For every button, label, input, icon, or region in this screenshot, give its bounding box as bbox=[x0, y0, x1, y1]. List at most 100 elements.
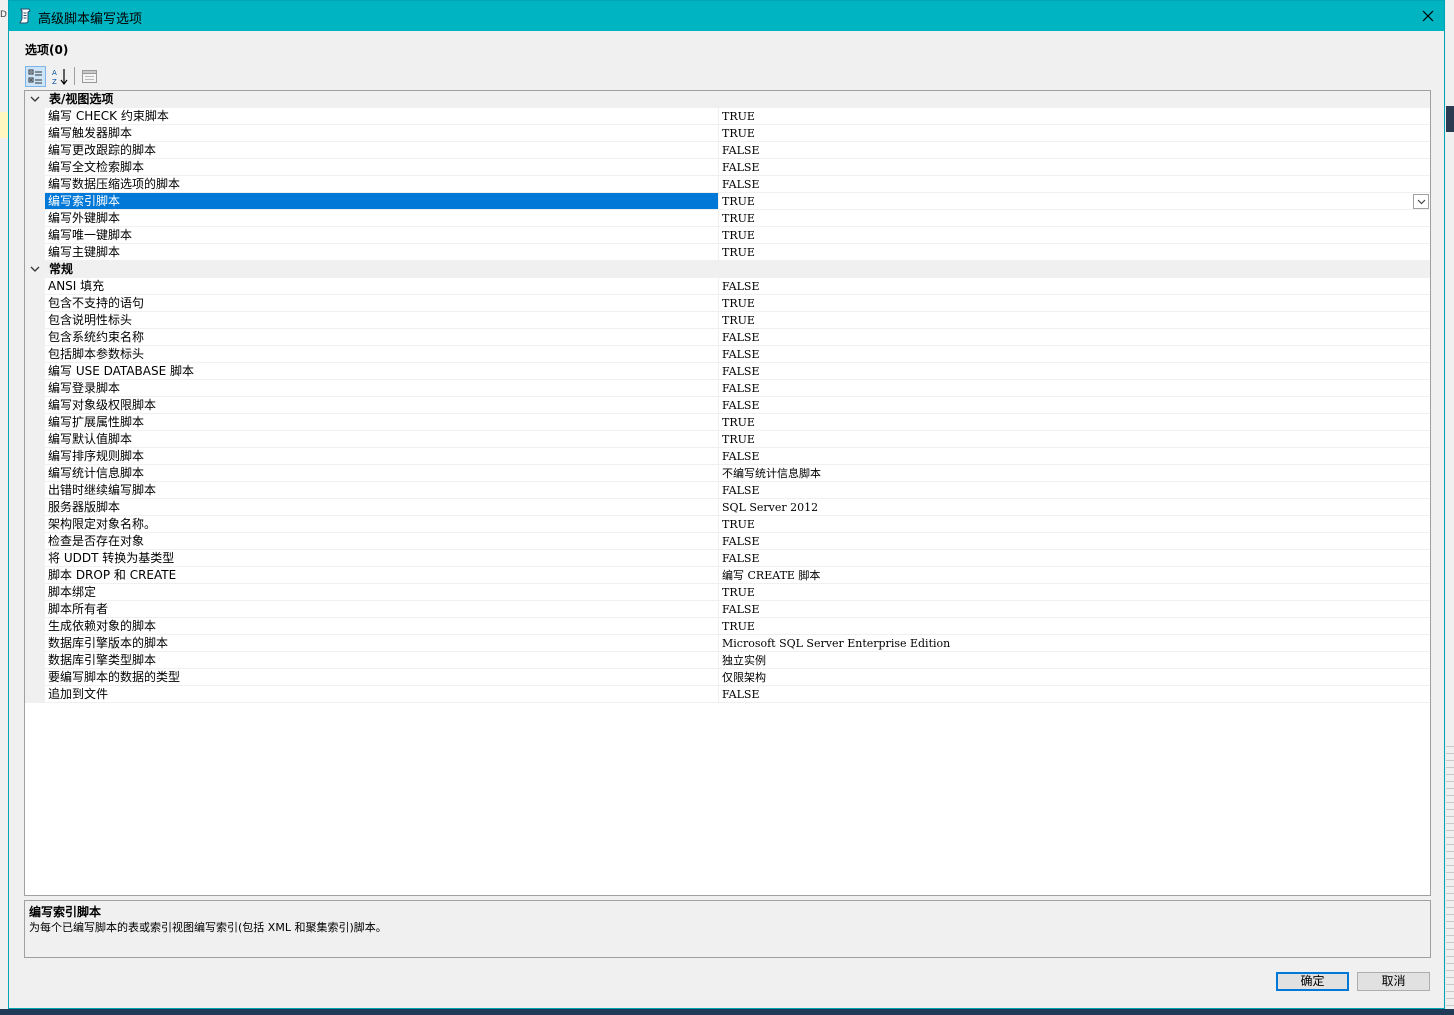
column-separator[interactable] bbox=[718, 329, 719, 346]
property-value[interactable]: TRUE bbox=[722, 193, 1430, 209]
property-row[interactable]: 编写全文检索脚本 FALSE bbox=[25, 159, 1430, 176]
property-value[interactable]: 不编写统计信息脚本 bbox=[722, 465, 1430, 481]
property-row[interactable]: 数据库引擎版本的脚本 Microsoft SQL Server Enterpris… bbox=[25, 635, 1430, 652]
column-separator[interactable] bbox=[718, 448, 719, 465]
property-pages-button[interactable] bbox=[79, 66, 100, 87]
property-row[interactable]: 编写 USE DATABASE 脚本 FALSE bbox=[25, 363, 1430, 380]
property-value[interactable]: TRUE bbox=[722, 312, 1430, 328]
property-row[interactable]: 出错时继续编写脚本 FALSE bbox=[25, 482, 1430, 499]
property-row[interactable]: 编写触发器脚本 TRUE bbox=[25, 125, 1430, 142]
column-separator[interactable] bbox=[718, 363, 719, 380]
property-row[interactable]: 包含不支持的语句 TRUE bbox=[25, 295, 1430, 312]
column-separator[interactable] bbox=[718, 295, 719, 312]
property-row[interactable]: 编写登录脚本 FALSE bbox=[25, 380, 1430, 397]
property-row[interactable]: 架构限定对象名称。 TRUE bbox=[25, 516, 1430, 533]
property-value[interactable]: TRUE bbox=[722, 210, 1430, 226]
property-value[interactable]: FALSE bbox=[722, 278, 1430, 294]
column-separator[interactable] bbox=[718, 193, 719, 210]
close-button[interactable] bbox=[1412, 1, 1444, 31]
property-row[interactable]: 编写对象级权限脚本 FALSE bbox=[25, 397, 1430, 414]
property-row[interactable]: 编写唯一键脚本 TRUE bbox=[25, 227, 1430, 244]
property-value[interactable]: 仅限架构 bbox=[722, 669, 1430, 685]
property-value[interactable]: FALSE bbox=[722, 142, 1430, 158]
column-separator[interactable] bbox=[718, 533, 719, 550]
property-value[interactable]: FALSE bbox=[722, 448, 1430, 464]
column-separator[interactable] bbox=[718, 210, 719, 227]
category-row[interactable]: 常规 bbox=[25, 261, 1430, 278]
property-row[interactable]: 编写默认值脚本 TRUE bbox=[25, 431, 1430, 448]
property-value[interactable]: TRUE bbox=[722, 584, 1430, 600]
property-row[interactable]: 包含说明性标头 TRUE bbox=[25, 312, 1430, 329]
property-row[interactable]: 编写数据压缩选项的脚本 FALSE bbox=[25, 176, 1430, 193]
property-row[interactable]: 编写更改跟踪的脚本 FALSE bbox=[25, 142, 1430, 159]
property-row[interactable]: 要编写脚本的数据的类型 仅限架构 bbox=[25, 669, 1430, 686]
column-separator[interactable] bbox=[718, 482, 719, 499]
column-separator[interactable] bbox=[718, 159, 719, 176]
property-value[interactable]: FALSE bbox=[722, 533, 1430, 549]
property-row[interactable]: 编写主键脚本 TRUE bbox=[25, 244, 1430, 261]
column-separator[interactable] bbox=[718, 125, 719, 142]
column-separator[interactable] bbox=[718, 516, 719, 533]
column-separator[interactable] bbox=[718, 431, 719, 448]
column-separator[interactable] bbox=[718, 567, 719, 584]
column-separator[interactable] bbox=[718, 550, 719, 567]
chevron-down-icon[interactable] bbox=[29, 263, 41, 275]
property-value[interactable]: FALSE bbox=[722, 346, 1430, 362]
property-value[interactable]: FALSE bbox=[722, 159, 1430, 175]
column-separator[interactable] bbox=[718, 652, 719, 669]
chevron-down-icon[interactable] bbox=[29, 93, 41, 105]
property-grid[interactable]: 表/视图选项 编写 CHECK 约束脚本 TRUE 编写触发器脚本 TRUE 编写更改跟踪… bbox=[24, 90, 1431, 896]
column-separator[interactable] bbox=[718, 312, 719, 329]
property-value[interactable]: FALSE bbox=[722, 686, 1430, 702]
property-value[interactable]: TRUE bbox=[722, 414, 1430, 430]
column-separator[interactable] bbox=[718, 465, 719, 482]
column-separator[interactable] bbox=[718, 414, 719, 431]
column-separator[interactable] bbox=[718, 397, 719, 414]
column-separator[interactable] bbox=[718, 346, 719, 363]
property-row[interactable]: 将 UDDT 转换为基类型 FALSE bbox=[25, 550, 1430, 567]
property-row[interactable]: 脚本所有者 FALSE bbox=[25, 601, 1430, 618]
column-separator[interactable] bbox=[718, 635, 719, 652]
property-row[interactable]: ANSI 填充 FALSE bbox=[25, 278, 1430, 295]
property-value[interactable]: TRUE bbox=[722, 295, 1430, 311]
property-row[interactable]: 服务器版脚本 SQL Server 2012 bbox=[25, 499, 1430, 516]
value-dropdown-button[interactable] bbox=[1413, 194, 1429, 209]
property-value[interactable]: TRUE bbox=[722, 618, 1430, 634]
column-separator[interactable] bbox=[718, 584, 719, 601]
property-row[interactable]: 追加到文件 FALSE bbox=[25, 686, 1430, 703]
property-row[interactable]: 编写外键脚本 TRUE bbox=[25, 210, 1430, 227]
property-row[interactable]: 编写排序规则脚本 FALSE bbox=[25, 448, 1430, 465]
column-separator[interactable] bbox=[718, 108, 719, 125]
property-row[interactable]: 编写 CHECK 约束脚本 TRUE bbox=[25, 108, 1430, 125]
property-value[interactable]: FALSE bbox=[722, 329, 1430, 345]
property-row[interactable]: 编写索引脚本 TRUE bbox=[25, 193, 1430, 210]
column-separator[interactable] bbox=[718, 176, 719, 193]
property-value[interactable]: Microsoft SQL Server Enterprise Edition bbox=[722, 635, 1430, 651]
sort-alphabetical-button[interactable]: A Z bbox=[49, 66, 70, 87]
property-row[interactable]: 编写统计信息脚本 不编写统计信息脚本 bbox=[25, 465, 1430, 482]
property-row[interactable]: 包含系统约束名称 FALSE bbox=[25, 329, 1430, 346]
property-row[interactable]: 数据库引擎类型脚本 独立实例 bbox=[25, 652, 1430, 669]
property-row[interactable]: 编写扩展属性脚本 TRUE bbox=[25, 414, 1430, 431]
property-row[interactable]: 脚本绑定 TRUE bbox=[25, 584, 1430, 601]
property-value[interactable]: FALSE bbox=[722, 363, 1430, 379]
column-separator[interactable] bbox=[718, 618, 719, 635]
property-value[interactable]: TRUE bbox=[722, 108, 1430, 124]
property-row[interactable]: 包括脚本参数标头 FALSE bbox=[25, 346, 1430, 363]
property-value[interactable]: TRUE bbox=[722, 125, 1430, 141]
property-value[interactable]: FALSE bbox=[722, 397, 1430, 413]
categorized-button[interactable] bbox=[25, 65, 46, 87]
title-bar[interactable]: 高级脚本编写选项 bbox=[9, 1, 1444, 31]
property-value[interactable]: SQL Server 2012 bbox=[722, 499, 1430, 515]
cancel-button[interactable]: 取消 bbox=[1357, 972, 1430, 991]
property-value[interactable]: FALSE bbox=[722, 380, 1430, 396]
property-value[interactable]: FALSE bbox=[722, 176, 1430, 192]
column-separator[interactable] bbox=[718, 669, 719, 686]
property-value[interactable]: FALSE bbox=[722, 482, 1430, 498]
property-value[interactable]: TRUE bbox=[722, 431, 1430, 447]
ok-button[interactable]: 确定 bbox=[1276, 972, 1349, 991]
property-value[interactable]: TRUE bbox=[722, 516, 1430, 532]
property-value[interactable]: FALSE bbox=[722, 550, 1430, 566]
column-separator[interactable] bbox=[718, 278, 719, 295]
column-separator[interactable] bbox=[718, 244, 719, 261]
